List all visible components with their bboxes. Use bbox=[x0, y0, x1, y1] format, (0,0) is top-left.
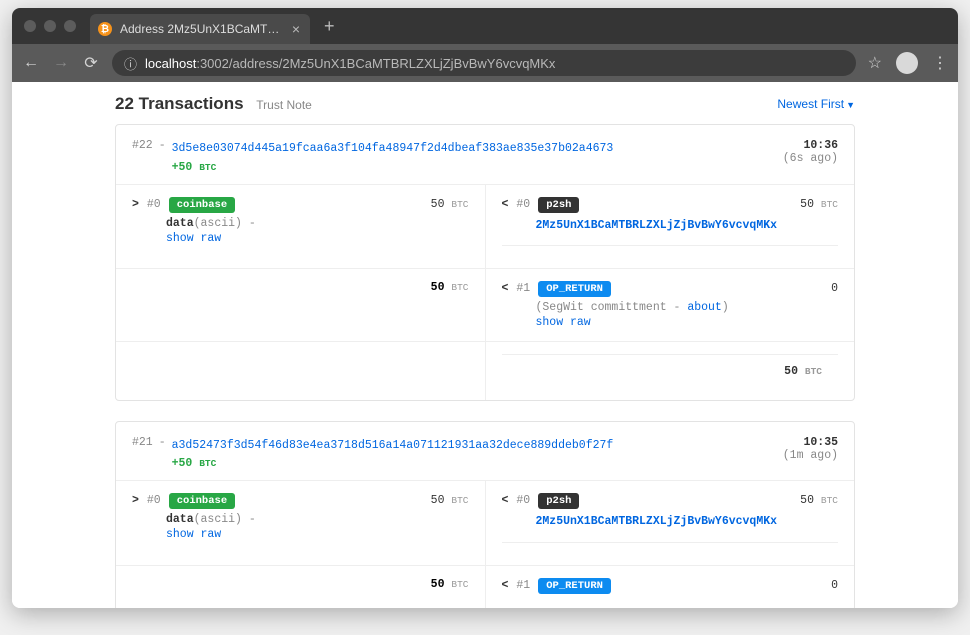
input-data-label: data(ascii) - bbox=[166, 217, 469, 230]
window-titlebar: ₿ Address 2Mz5UnX1BCaMTBRL × + bbox=[12, 8, 958, 44]
output-index: #1 bbox=[516, 282, 530, 295]
output-index: #0 bbox=[516, 494, 530, 507]
output-row: < #1 OP_RETURN 0 bbox=[502, 578, 839, 594]
output-address[interactable]: 2Mz5UnX1BCaMTBRLZXLjZjBvBwY6vcvqMKx bbox=[536, 217, 839, 235]
tx-hash-link[interactable]: 3d5e8e03074d445a19fcaa6a3f104fa48947f2d4… bbox=[172, 139, 614, 159]
browser-window: ₿ Address 2Mz5UnX1BCaMTBRL × + ← → ⟳ ⓘ l… bbox=[12, 8, 958, 608]
script-type-badge: OP_RETURN bbox=[538, 578, 611, 594]
output-row: < #0 p2sh 50 BTC 2Mz5UnX1BCaMTBRLZXLjZjB… bbox=[502, 197, 839, 246]
output-amount: 0 bbox=[831, 579, 838, 592]
coinbase-badge: coinbase bbox=[169, 197, 235, 213]
trust-note-link[interactable]: Trust Note bbox=[256, 98, 312, 112]
input-index: #0 bbox=[147, 494, 161, 507]
sort-dropdown[interactable]: Newest First▼ bbox=[777, 97, 855, 111]
browser-toolbar: ← → ⟳ ⓘ localhost:3002/address/2Mz5UnX1B… bbox=[12, 44, 958, 82]
url-path: /address/2Mz5UnX1BCaMTBRLZXLjZjBvBwY6vcv… bbox=[229, 56, 556, 71]
page-title: 22 Transactions Trust Note bbox=[115, 94, 312, 114]
expand-icon[interactable]: > bbox=[132, 494, 139, 507]
show-raw-link[interactable]: show raw bbox=[166, 528, 221, 541]
tx-amount: +50 BTC bbox=[172, 457, 614, 470]
bookmark-icon[interactable]: ☆ bbox=[868, 53, 882, 73]
transaction-list: #22 - 3d5e8e03074d445a19fcaa6a3f104fa489… bbox=[115, 124, 855, 608]
browser-tab[interactable]: ₿ Address 2Mz5UnX1BCaMTBRL × bbox=[90, 14, 310, 44]
expand-icon[interactable]: > bbox=[132, 198, 139, 211]
tx-timestamp: 10:35 (1m ago) bbox=[783, 436, 838, 471]
output-amount: 50 BTC bbox=[800, 198, 838, 211]
show-raw-link[interactable]: show raw bbox=[166, 232, 221, 245]
input-amount: 50 BTC bbox=[431, 198, 469, 211]
profile-avatar[interactable] bbox=[896, 52, 918, 74]
maximize-window-icon[interactable] bbox=[64, 20, 76, 32]
reload-button[interactable]: ⟳ bbox=[82, 53, 100, 73]
url-host: localhost bbox=[145, 56, 196, 71]
url-port: :3002 bbox=[196, 56, 229, 71]
about-link[interactable]: about bbox=[687, 301, 722, 314]
back-button[interactable]: ← bbox=[22, 54, 40, 72]
collapse-icon[interactable]: < bbox=[502, 579, 509, 592]
output-address[interactable]: 2Mz5UnX1BCaMTBRLZXLjZjBvBwY6vcvqMKx bbox=[536, 513, 839, 531]
collapse-icon[interactable]: < bbox=[502, 282, 509, 295]
window-controls bbox=[24, 20, 76, 32]
minimize-window-icon[interactable] bbox=[44, 20, 56, 32]
input-data-label: data(ascii) - bbox=[166, 513, 469, 526]
input-amount: 50 BTC bbox=[431, 494, 469, 507]
output-total: 50 BTC bbox=[502, 354, 839, 388]
show-raw-link[interactable]: show raw bbox=[536, 316, 591, 329]
collapse-icon[interactable]: < bbox=[502, 494, 509, 507]
output-row: < #0 p2sh 50 BTC 2Mz5UnX1BCaMTBRLZXLjZjB… bbox=[502, 493, 839, 542]
script-type-badge: OP_RETURN bbox=[538, 281, 611, 297]
input-total: 50 BTC bbox=[431, 281, 469, 294]
menu-icon[interactable]: ⋮ bbox=[932, 53, 948, 73]
info-icon: ⓘ bbox=[124, 54, 137, 73]
transaction-card: #21 - a3d52473f3d54f46d83e4ea3718d516a14… bbox=[115, 421, 855, 608]
address-bar[interactable]: ⓘ localhost:3002/address/2Mz5UnX1BCaMTBR… bbox=[112, 50, 856, 76]
input-row: > #0 coinbase 50 BTC data(ascii) - show … bbox=[132, 197, 469, 245]
tx-number: #22 bbox=[132, 139, 153, 174]
page-content: 22 Transactions Trust Note Newest First▼… bbox=[12, 82, 958, 608]
tx-amount: +50 BTC bbox=[172, 161, 614, 174]
toolbar-right: ☆ ⋮ bbox=[868, 52, 948, 74]
segwit-note: (SegWit committment - about) bbox=[536, 301, 839, 314]
input-index: #0 bbox=[147, 198, 161, 211]
transaction-card: #22 - 3d5e8e03074d445a19fcaa6a3f104fa489… bbox=[115, 124, 855, 401]
new-tab-button[interactable]: + bbox=[324, 16, 335, 37]
output-amount: 50 BTC bbox=[800, 494, 838, 507]
input-row: > #0 coinbase 50 BTC data(ascii) - show … bbox=[132, 493, 469, 541]
transactions-header: 22 Transactions Trust Note Newest First▼ bbox=[115, 94, 855, 124]
output-index: #1 bbox=[516, 579, 530, 592]
coinbase-badge: coinbase bbox=[169, 493, 235, 509]
close-window-icon[interactable] bbox=[24, 20, 36, 32]
input-total: 50 BTC bbox=[431, 578, 469, 591]
collapse-icon[interactable]: < bbox=[502, 198, 509, 211]
tx-hash-link[interactable]: a3d52473f3d54f46d83e4ea3718d516a14a07112… bbox=[172, 436, 614, 456]
tx-timestamp: 10:36 (6s ago) bbox=[783, 139, 838, 174]
forward-button[interactable]: → bbox=[52, 54, 70, 72]
bitcoin-favicon-icon: ₿ bbox=[98, 22, 112, 36]
output-amount: 0 bbox=[831, 282, 838, 295]
tab-close-icon[interactable]: × bbox=[292, 21, 300, 37]
tx-number: #21 bbox=[132, 436, 153, 471]
script-type-badge: p2sh bbox=[538, 493, 579, 509]
output-index: #0 bbox=[516, 198, 530, 211]
tab-title: Address 2Mz5UnX1BCaMTBRL bbox=[120, 22, 282, 36]
script-type-badge: p2sh bbox=[538, 197, 579, 213]
chevron-down-icon: ▼ bbox=[846, 100, 855, 110]
output-row: < #1 OP_RETURN 0 (SegWit committment - a… bbox=[502, 281, 839, 329]
